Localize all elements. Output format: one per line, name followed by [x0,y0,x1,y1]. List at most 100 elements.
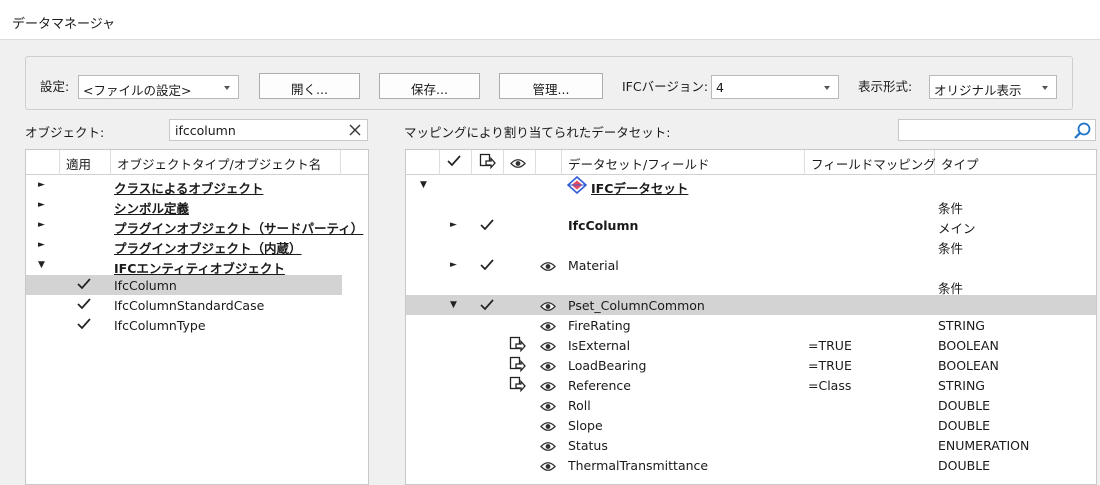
mapping-icon[interactable] [509,336,526,356]
col-visibility[interactable] [504,150,536,175]
expand-arrow-icon[interactable]: ► [38,180,45,190]
dataset-tree-header: データセット/フィールド フィールドマッピング タイプ [406,150,1096,175]
objects-label: オブジェクト: [25,125,105,140]
check-icon[interactable] [76,317,92,334]
check-icon[interactable] [76,297,92,314]
mapping-icon[interactable] [509,376,526,396]
dataset-field-name: FireRating [568,318,631,333]
collapse-arrow-icon[interactable]: ▼ [450,300,457,310]
ifc-version-dropdown[interactable]: 4 [711,75,839,99]
clear-icon[interactable] [347,122,363,141]
dataset-field-name: IsExternal [568,338,631,353]
expand-arrow-icon[interactable]: ► [38,200,45,210]
tree-row-label: IfcColumnType [114,318,206,333]
dataset-row[interactable]: LoadBearing =TRUE BOOLEAN [406,355,1096,375]
collapse-arrow-icon[interactable]: ▼ [38,260,45,270]
title-bar: データマネージャ [0,0,1100,40]
tree-row[interactable]: ► プラグインオブジェクト（内蔵） [26,235,342,256]
col-mapping[interactable] [472,150,504,175]
settings-value: <ファイルの設定> [83,83,192,98]
tree-row[interactable]: IfcColumn [26,275,342,295]
check-icon [446,155,462,171]
col-apply[interactable]: 適用 [60,150,111,175]
check-icon[interactable] [479,218,495,235]
field-type-value: STRING [938,378,985,393]
open-button[interactable]: 開く... [259,73,360,99]
dataset-field-name: ThermalTransmittance [568,458,709,473]
dataset-row[interactable]: 条件 [406,275,1096,296]
dataset-field-name: Pset_ColumnCommon [568,298,705,313]
display-format-dropdown[interactable]: オリジナル表示 [929,75,1057,99]
display-format-value: オリジナル表示 [934,83,1022,98]
dataset-search-box[interactable] [898,119,1096,141]
col-field-mapping[interactable]: フィールドマッピング [805,150,936,175]
eye-icon[interactable] [540,420,556,435]
chevron-down-icon [224,86,230,90]
eye-icon[interactable] [540,400,556,415]
object-search-box[interactable]: ifccolumn [169,119,368,141]
field-type-value: BOOLEAN [938,358,999,373]
dataset-row[interactable]: IsExternal =TRUE BOOLEAN [406,335,1096,355]
field-mapping-value: =Class [808,378,852,393]
eye-icon[interactable] [540,440,556,455]
tree-row-label: IfcColumnStandardCase [114,298,265,313]
eye-icon[interactable] [540,260,556,275]
ifc-version-label: IFCバージョン: [622,79,709,94]
eye-icon[interactable] [540,360,556,375]
expand-arrow-icon[interactable]: ► [450,260,457,270]
manage-button[interactable]: 管理... [499,73,603,99]
dataset-row[interactable]: Reference =Class STRING [406,375,1096,395]
save-button[interactable]: 保存... [379,73,480,99]
eye-icon[interactable] [540,340,556,355]
search-icon[interactable] [1072,121,1092,144]
tree-row[interactable]: ► クラスによるオブジェクト [26,175,342,196]
dataset-row[interactable]: ► Material [406,255,1096,275]
col-dataset-field[interactable]: データセット/フィールド [561,150,805,175]
dataset-row[interactable]: 条件 [406,235,1096,256]
tree-row[interactable]: IfcColumnStandardCase [26,295,342,315]
mapping-icon[interactable] [509,356,526,376]
settings-dropdown[interactable]: <ファイルの設定> [78,75,239,99]
dataset-row[interactable]: Roll DOUBLE [406,395,1096,415]
check-icon[interactable] [76,277,92,294]
tree-row[interactable]: IfcColumnType [26,315,342,335]
chevron-down-icon [824,86,830,90]
window-title: データマネージャ [12,17,116,32]
tree-row[interactable]: ▼ IFCエンティティオブジェクト [26,255,342,276]
field-type-value: DOUBLE [938,398,991,413]
col-check[interactable] [440,150,472,175]
dataset-row[interactable]: ► IfcColumn メイン [406,215,1096,236]
dataset-row[interactable]: Slope DOUBLE [406,415,1096,435]
dataset-row[interactable]: 条件 [406,195,1096,216]
expand-arrow-icon[interactable]: ► [450,220,457,230]
field-type-value: BOOLEAN [938,338,999,353]
dataset-icon [566,175,588,197]
eye-icon[interactable] [540,380,556,395]
object-search-input[interactable]: ifccolumn [175,123,236,138]
tree-row[interactable]: ► プラグインオブジェクト（サードパーティ） [26,215,363,236]
display-format-label: 表示形式: [858,79,913,94]
dataset-row[interactable]: ThermalTransmittance DOUBLE [406,455,1096,475]
dataset-field-name: Slope [568,418,603,433]
eye-icon[interactable] [540,300,556,315]
col-object-type-name[interactable]: オブジェクトタイプ/オブジェクト名 [111,150,341,175]
field-mapping-value: =TRUE [808,338,852,353]
dataset-field-name: Status [568,438,608,453]
check-icon[interactable] [479,258,495,275]
dataset-field-name: IfcColumn [568,218,639,233]
settings-label: 設定: [40,79,70,94]
expand-arrow-icon[interactable]: ► [38,220,45,230]
tree-row[interactable]: ► シンボル定義 [26,195,342,216]
check-icon[interactable] [479,298,495,315]
dataset-row[interactable]: Status ENUMERATION [406,435,1096,455]
dataset-row[interactable]: FireRating STRING [406,315,1096,335]
eye-icon[interactable] [540,460,556,475]
col-type[interactable]: タイプ [935,150,1096,175]
dataset-row[interactable]: ▼ Pset_ColumnCommon [406,295,1096,315]
expand-arrow-icon[interactable]: ► [38,240,45,250]
field-type-value: DOUBLE [938,418,991,433]
collapse-arrow-icon[interactable]: ▼ [420,180,427,190]
dataset-row[interactable]: ▼ IFCデータセット [406,175,1096,197]
chevron-down-icon [1042,86,1048,90]
eye-icon[interactable] [540,320,556,335]
